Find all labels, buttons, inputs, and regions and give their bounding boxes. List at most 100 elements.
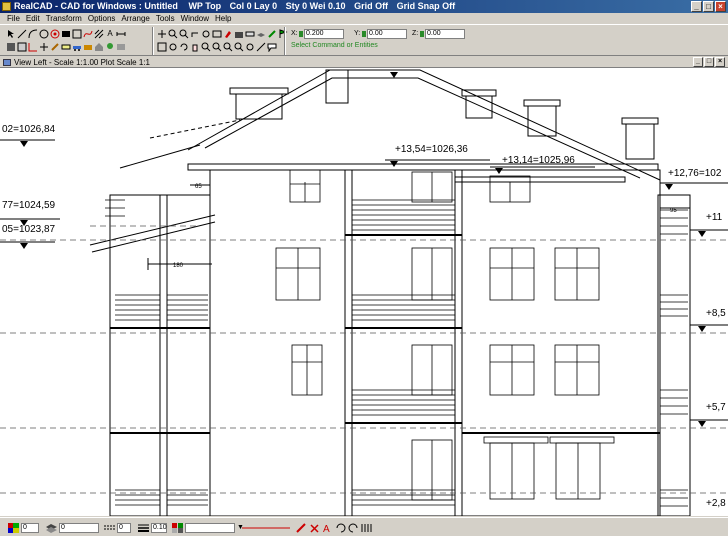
close-button[interactable]: × bbox=[715, 1, 726, 12]
minimize-button[interactable]: _ bbox=[691, 1, 702, 12]
view-title: View Left - Scale 1:1.00 Plot Scale 1:1 bbox=[14, 58, 150, 67]
status-sty-wei: Sty 0 Wei 0.10 bbox=[285, 1, 346, 11]
x-coordinate: X: 0.200 bbox=[291, 28, 344, 39]
pan-icon[interactable] bbox=[190, 28, 200, 39]
z-coordinate: Z: 0.00 bbox=[412, 28, 465, 39]
car-icon[interactable] bbox=[72, 41, 82, 52]
y-field[interactable]: 0.00 bbox=[367, 28, 407, 39]
bus-icon[interactable] bbox=[83, 41, 93, 52]
weight-selector[interactable]: 0.10 bbox=[138, 522, 167, 533]
drawing-canvas[interactable]: 02=1026,84 +13,54=1026,36 +13,14=1025,96… bbox=[0, 68, 728, 516]
house-icon[interactable] bbox=[94, 41, 104, 52]
fillet-icon[interactable] bbox=[28, 41, 38, 52]
zoom-previous-icon[interactable] bbox=[223, 41, 233, 52]
line-icon[interactable] bbox=[17, 28, 27, 39]
color-selector[interactable]: 0 bbox=[8, 522, 39, 533]
lock-icon[interactable] bbox=[362, 30, 366, 37]
grid-icon[interactable] bbox=[6, 41, 16, 52]
lock-icon[interactable] bbox=[420, 30, 424, 37]
view-title-bar: View Left - Scale 1:1.00 Plot Scale 1:1 … bbox=[0, 57, 728, 68]
redo-icon[interactable] bbox=[348, 523, 359, 533]
layer-selector[interactable]: 0 bbox=[46, 522, 99, 533]
pen-icon[interactable] bbox=[296, 522, 307, 533]
move-icon[interactable] bbox=[157, 28, 167, 39]
fill-selector[interactable]: ▼ bbox=[172, 522, 244, 533]
menu-file[interactable]: File bbox=[4, 13, 23, 24]
zoom-icon[interactable] bbox=[168, 28, 178, 39]
redraw-icon[interactable] bbox=[179, 41, 189, 52]
keyboard-icon[interactable] bbox=[245, 28, 255, 39]
polygon-icon[interactable] bbox=[72, 28, 82, 39]
pencil-icon[interactable] bbox=[50, 41, 60, 52]
hatch-icon[interactable] bbox=[94, 28, 104, 39]
zoom-scale-icon[interactable] bbox=[234, 41, 244, 52]
measure-icon[interactable] bbox=[256, 41, 266, 52]
text-icon[interactable]: A bbox=[105, 28, 115, 39]
library-icon[interactable] bbox=[116, 41, 126, 52]
style-selector[interactable]: 0 bbox=[104, 522, 131, 533]
menu-options[interactable]: Options bbox=[85, 13, 119, 24]
x-field[interactable]: 0.200 bbox=[304, 28, 344, 39]
menu-edit[interactable]: Edit bbox=[23, 13, 43, 24]
view-maximize-button[interactable]: □ bbox=[704, 57, 714, 67]
target-icon[interactable] bbox=[50, 28, 60, 39]
menu-arrange[interactable]: Arrange bbox=[118, 13, 152, 24]
dimension-icon[interactable] bbox=[116, 28, 126, 39]
arc-icon[interactable] bbox=[28, 28, 38, 39]
view-icon[interactable] bbox=[212, 28, 222, 39]
menu-tools[interactable]: Tools bbox=[153, 13, 178, 24]
elevation-label: +2,8 bbox=[706, 498, 726, 509]
flag-icon[interactable] bbox=[278, 28, 288, 39]
zoom-all-icon[interactable] bbox=[168, 41, 178, 52]
zoom-window-icon[interactable] bbox=[179, 28, 189, 39]
line-preview-icon bbox=[242, 527, 290, 528]
hatch-pattern-icon[interactable] bbox=[361, 523, 372, 533]
brush-icon[interactable] bbox=[267, 28, 277, 39]
weight-field[interactable]: 0.10 bbox=[151, 522, 167, 533]
circle-icon[interactable] bbox=[39, 28, 49, 39]
layer-field[interactable]: 0 bbox=[59, 522, 99, 533]
y-coordinate: Y: 0.00 bbox=[354, 28, 407, 39]
z-field[interactable]: 0.00 bbox=[425, 28, 465, 39]
menu-help[interactable]: Help bbox=[212, 13, 234, 24]
callout-icon[interactable] bbox=[267, 41, 277, 52]
zoom-in-icon[interactable] bbox=[201, 41, 211, 52]
elevation-label: 77=1024,59 bbox=[2, 200, 56, 211]
spline-icon[interactable] bbox=[83, 28, 93, 39]
tree-icon[interactable] bbox=[105, 41, 115, 52]
menu-window[interactable]: Window bbox=[178, 13, 212, 24]
paint-icon[interactable] bbox=[223, 28, 233, 39]
zoom-extents-icon[interactable] bbox=[157, 41, 167, 52]
delete-icon[interactable] bbox=[309, 523, 320, 533]
symbol-icon[interactable] bbox=[17, 41, 27, 52]
dimension-label: 65 bbox=[195, 184, 202, 190]
status-col-lay: Col 0 Lay 0 bbox=[229, 1, 278, 11]
menu-transform[interactable]: Transform bbox=[43, 13, 85, 24]
color-field[interactable]: 0 bbox=[21, 522, 39, 533]
view-close-button[interactable]: × bbox=[715, 57, 725, 67]
command-prompt[interactable]: Select Command or Entities bbox=[291, 40, 421, 51]
style-field[interactable]: 0 bbox=[117, 522, 131, 533]
fill-pattern-icon bbox=[172, 522, 183, 533]
app-icon bbox=[2, 2, 11, 11]
menu-bar: File Edit Transform Options Arrange Tool… bbox=[0, 13, 728, 24]
camera-icon[interactable] bbox=[234, 28, 244, 39]
rotate-icon[interactable] bbox=[201, 28, 211, 39]
maximize-button[interactable]: □ bbox=[703, 1, 714, 12]
ruler-icon[interactable] bbox=[61, 41, 71, 52]
fill-dropdown[interactable] bbox=[185, 522, 235, 533]
rectangle-icon[interactable] bbox=[61, 28, 71, 39]
text-style-icon[interactable]: A bbox=[322, 523, 333, 533]
elevation-label: +13,14=1025,96 bbox=[502, 155, 575, 166]
select-icon[interactable] bbox=[6, 28, 16, 39]
lock-icon[interactable] bbox=[299, 30, 303, 37]
undo-icon[interactable] bbox=[335, 523, 346, 533]
hand-icon[interactable] bbox=[190, 41, 200, 52]
elevation-label: 05=1023,87 bbox=[2, 224, 56, 235]
view-minimize-button[interactable]: _ bbox=[693, 57, 703, 67]
z-label: Z: bbox=[412, 30, 419, 37]
layers-icon[interactable] bbox=[256, 28, 266, 39]
orbit-icon[interactable] bbox=[245, 41, 255, 52]
trim-icon[interactable] bbox=[39, 41, 49, 52]
zoom-out-icon[interactable] bbox=[212, 41, 222, 52]
